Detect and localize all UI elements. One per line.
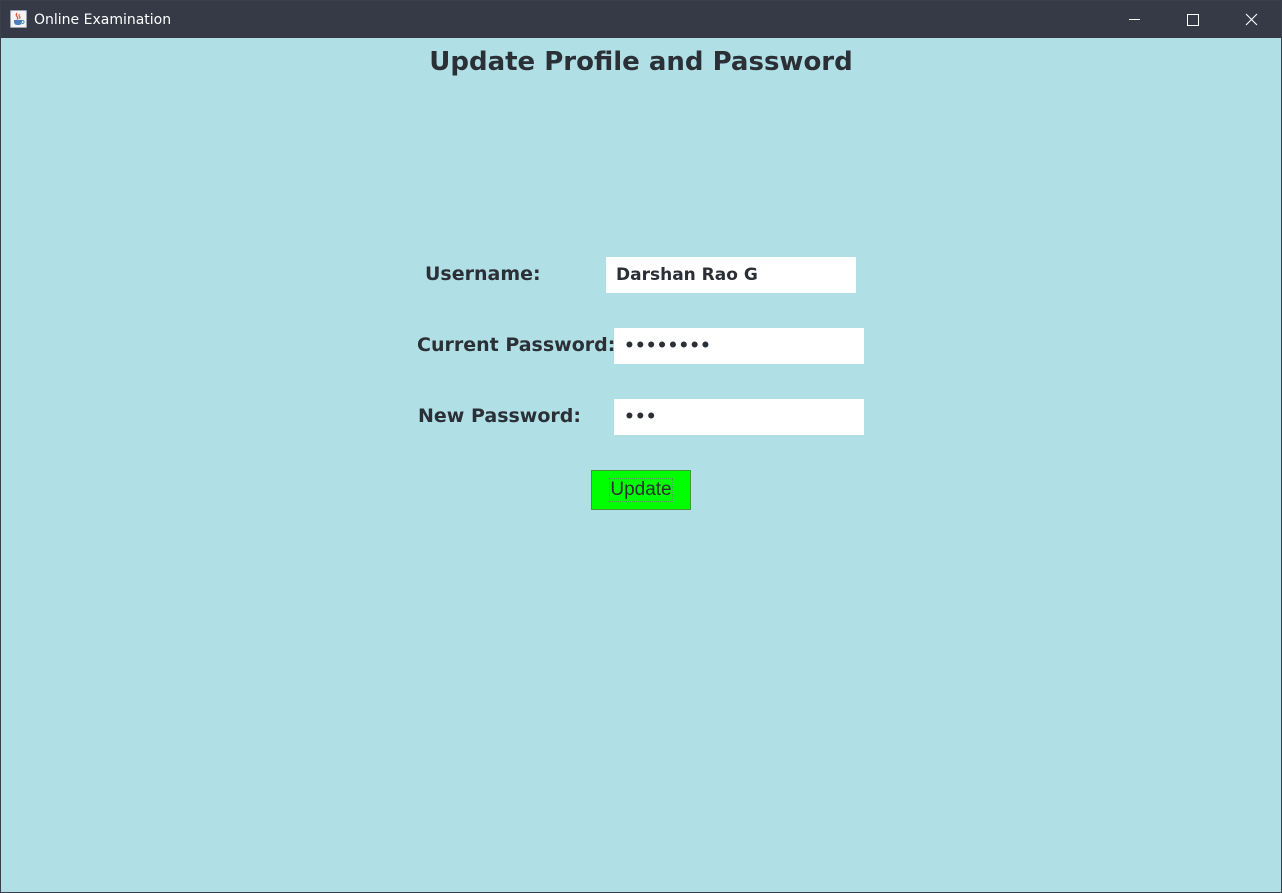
close-button[interactable]: [1222, 1, 1279, 38]
page-title: Update Profile and Password: [429, 47, 853, 77]
new-password-field[interactable]: •••: [614, 399, 864, 435]
minimize-button[interactable]: [1106, 1, 1163, 38]
update-button-label: Update: [609, 478, 673, 502]
new-password-label: New Password:: [418, 405, 581, 427]
minimize-icon: [1129, 19, 1140, 20]
app-window: Online Examination Update Profile and Pa…: [0, 0, 1282, 893]
maximize-icon: [1187, 14, 1199, 26]
close-icon: [1245, 13, 1258, 26]
username-field[interactable]: Darshan Rao G: [606, 257, 856, 293]
window-title: Online Examination: [34, 12, 172, 28]
java-cup-icon: [10, 10, 27, 28]
content-panel: Update Profile and Password Username: Da…: [1, 38, 1281, 892]
maximize-button[interactable]: [1164, 1, 1221, 38]
title-bar[interactable]: Online Examination: [1, 1, 1281, 38]
update-button[interactable]: Update: [591, 470, 691, 510]
username-label: Username:: [425, 263, 541, 285]
current-password-field[interactable]: ••••••••: [614, 328, 864, 364]
current-password-label: Current Password:: [417, 334, 616, 356]
